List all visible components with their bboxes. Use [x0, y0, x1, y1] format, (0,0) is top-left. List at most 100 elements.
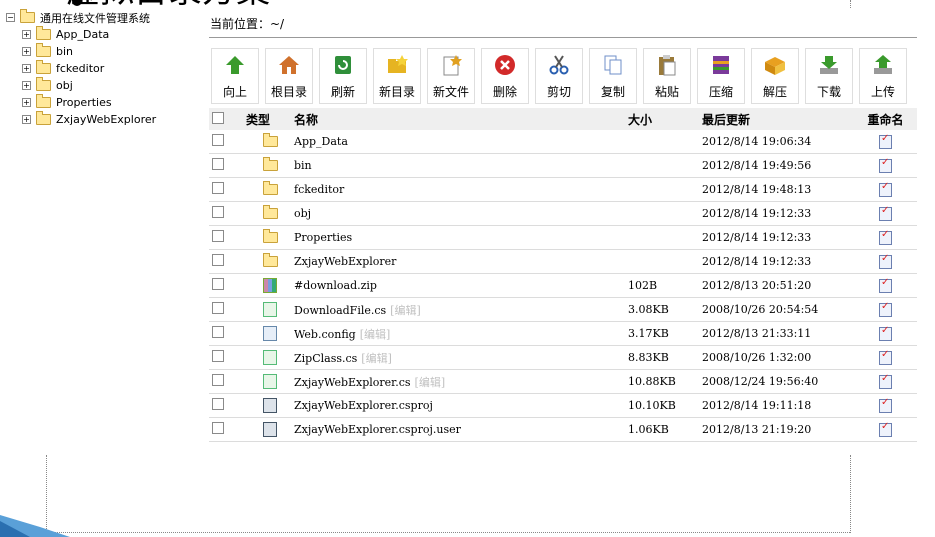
tree-item-label[interactable]: bin — [56, 45, 73, 58]
compress-button[interactable]: 压缩 — [697, 48, 745, 104]
table-row[interactable]: ZxjayWebExplorer.cs [编辑] 10.88KB 2008/12/24… — [209, 370, 917, 394]
expand-icon[interactable]: + — [22, 64, 31, 73]
upload-icon — [872, 54, 894, 76]
rename-icon[interactable] — [879, 301, 892, 317]
expand-icon[interactable]: + — [22, 47, 31, 56]
rename-icon[interactable] — [879, 397, 892, 413]
rename-icon[interactable] — [879, 253, 892, 269]
delete-button[interactable]: 删除 — [481, 48, 529, 104]
header-type[interactable]: 类型 — [246, 111, 294, 128]
rename-icon[interactable] — [879, 277, 892, 293]
rename-icon[interactable] — [879, 205, 892, 221]
table-row[interactable]: Properties 2012/8/14 19:12:33 — [209, 226, 917, 250]
row-checkbox[interactable] — [212, 302, 224, 314]
row-checkbox[interactable] — [212, 398, 224, 410]
file-name-link[interactable]: ZxjayWebExplorer.cs — [294, 376, 411, 389]
rename-icon[interactable] — [879, 325, 892, 341]
row-checkbox[interactable] — [212, 374, 224, 386]
scissors-button[interactable]: 剪切 — [535, 48, 583, 104]
file-name-link[interactable]: obj — [294, 207, 311, 220]
table-row[interactable]: #download.zip 102B 2012/8/13 20:51:20 — [209, 274, 917, 298]
row-checkbox[interactable] — [212, 206, 224, 218]
file-modified: 2012/8/13 20:51:20 — [702, 279, 812, 292]
row-checkbox[interactable] — [212, 134, 224, 146]
row-checkbox[interactable] — [212, 326, 224, 338]
tree-item[interactable]: + bin — [6, 43, 156, 60]
tree-item-label[interactable]: fckeditor — [56, 62, 104, 75]
select-all-checkbox[interactable] — [212, 111, 224, 124]
row-checkbox[interactable] — [212, 158, 224, 170]
table-row[interactable]: DownloadFile.cs [编辑] 3.08KB 2008/10/26 20:5… — [209, 298, 917, 322]
rename-icon[interactable] — [879, 133, 892, 149]
expand-icon[interactable]: + — [22, 115, 31, 124]
expand-icon[interactable]: + — [22, 30, 31, 39]
table-row[interactable]: App_Data 2012/8/14 19:06:34 — [209, 130, 917, 154]
table-row[interactable]: bin 2012/8/14 19:49:56 — [209, 154, 917, 178]
file-name-link[interactable]: App_Data — [294, 135, 348, 148]
upload-button[interactable]: 上传 — [859, 48, 907, 104]
tree-item[interactable]: + Properties — [6, 94, 156, 111]
table-row[interactable]: ZxjayWebExplorer.csproj.user 1.06KB 2012/8… — [209, 418, 917, 442]
file-name-link[interactable]: Web.config — [294, 328, 356, 341]
file-size: 1.06KB — [628, 423, 669, 436]
edit-link[interactable]: [编辑] — [390, 304, 421, 317]
up-arrow-icon — [224, 54, 246, 76]
file-name-link[interactable]: ZxjayWebExplorer.csproj.user — [294, 423, 461, 436]
refresh-button[interactable]: 刷新 — [319, 48, 367, 104]
table-row[interactable]: ZipClass.cs [编辑] 8.83KB 2008/10/26 1:32:00 — [209, 346, 917, 370]
header-name[interactable]: 名称 — [294, 111, 628, 128]
tree-item-label[interactable]: obj — [56, 79, 73, 92]
expand-icon[interactable]: + — [22, 81, 31, 90]
table-row[interactable]: obj 2012/8/14 19:12:33 — [209, 202, 917, 226]
paste-button[interactable]: 粘贴 — [643, 48, 691, 104]
row-checkbox[interactable] — [212, 254, 224, 266]
table-row[interactable]: ZxjayWebExplorer 2012/8/14 19:12:33 — [209, 250, 917, 274]
rename-icon[interactable] — [879, 373, 892, 389]
tree-item-label[interactable]: ZxjayWebExplorer — [56, 113, 156, 126]
expand-icon[interactable]: + — [22, 98, 31, 107]
edit-link[interactable]: [编辑] — [360, 328, 391, 341]
rename-icon[interactable] — [879, 157, 892, 173]
file-name-link[interactable]: fckeditor — [294, 183, 344, 196]
file-name-link[interactable]: ZxjayWebExplorer — [294, 255, 396, 268]
file-name-link[interactable]: #download.zip — [294, 279, 377, 292]
extract-button[interactable]: 解压 — [751, 48, 799, 104]
header-size[interactable]: 大小 — [628, 111, 702, 128]
file-name-link[interactable]: ZxjayWebExplorer.csproj — [294, 399, 433, 412]
rename-icon[interactable] — [879, 349, 892, 365]
row-checkbox[interactable] — [212, 230, 224, 242]
table-row[interactable]: Web.config [编辑] 3.17KB 2012/8/13 21:33:11 — [209, 322, 917, 346]
file-name-link[interactable]: bin — [294, 159, 312, 172]
row-checkbox[interactable] — [212, 182, 224, 194]
edit-link[interactable]: [编辑] — [361, 352, 392, 365]
tree-item[interactable]: + App_Data — [6, 26, 156, 43]
download-button[interactable]: 下载 — [805, 48, 853, 104]
tree-root[interactable]: − 通用在线文件管理系统 — [6, 9, 156, 26]
rename-icon[interactable] — [879, 421, 892, 437]
file-name-link[interactable]: ZipClass.cs — [294, 352, 357, 365]
up-arrow-button[interactable]: 向上 — [211, 48, 259, 104]
copy-button[interactable]: 复制 — [589, 48, 637, 104]
row-checkbox[interactable] — [212, 278, 224, 290]
edit-link[interactable]: [编辑] — [415, 376, 446, 389]
tree-item[interactable]: + fckeditor — [6, 60, 156, 77]
tree-item[interactable]: + obj — [6, 77, 156, 94]
tree-item-label[interactable]: Properties — [56, 96, 112, 109]
home-button[interactable]: 根目录 — [265, 48, 313, 104]
file-name-link[interactable]: DownloadFile.cs — [294, 304, 386, 317]
new-folder-button[interactable]: 新目录 — [373, 48, 421, 104]
tree-root-label[interactable]: 通用在线文件管理系统 — [40, 10, 150, 26]
new-file-button[interactable]: 新文件 — [427, 48, 475, 104]
table-row[interactable]: fckeditor 2012/8/14 19:48:13 — [209, 178, 917, 202]
header-modified[interactable]: 最后更新 — [702, 111, 854, 128]
rename-icon[interactable] — [879, 229, 892, 245]
collapse-icon[interactable]: − — [6, 13, 15, 22]
slide-corner-decoration — [0, 515, 70, 537]
table-row[interactable]: ZxjayWebExplorer.csproj 10.10KB 2012/8/14 … — [209, 394, 917, 418]
row-checkbox[interactable] — [212, 350, 224, 362]
file-name-link[interactable]: Properties — [294, 231, 352, 244]
row-checkbox[interactable] — [212, 422, 224, 434]
tree-item[interactable]: + ZxjayWebExplorer — [6, 111, 156, 128]
tree-item-label[interactable]: App_Data — [56, 28, 109, 41]
rename-icon[interactable] — [879, 181, 892, 197]
